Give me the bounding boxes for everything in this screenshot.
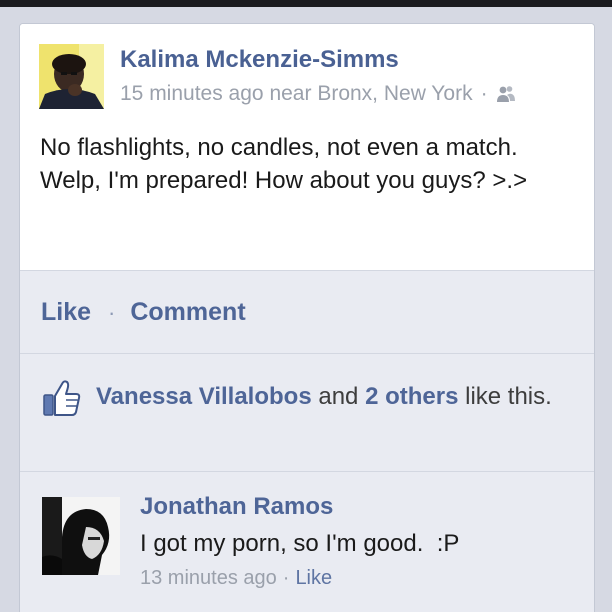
likes-summary: Vanessa Villalobos and 2 others like thi… xyxy=(20,354,594,472)
author-avatar[interactable] xyxy=(39,44,104,109)
friends-icon xyxy=(496,85,516,103)
post-card: Kalima Mckenzie-Simms 15 minutes ago nea… xyxy=(19,23,595,612)
comment-time[interactable]: 13 minutes ago xyxy=(140,567,277,589)
comment-item: Jonathan Ramos I got my porn, so I'm goo… xyxy=(20,472,594,612)
status-bar xyxy=(0,0,612,7)
action-row: Like · Comment xyxy=(41,298,246,327)
post-time[interactable]: 15 minutes ago xyxy=(120,82,264,106)
likes-others-link[interactable]: 2 others xyxy=(365,383,458,410)
likes-suffix: like this. xyxy=(458,383,552,410)
post-header: Kalima Mckenzie-Simms 15 minutes ago nea… xyxy=(20,24,594,270)
action-separator: · xyxy=(108,299,116,325)
commenter-avatar[interactable] xyxy=(42,497,120,575)
comment-meta-separator: · xyxy=(282,567,290,589)
screen: Kalima Mckenzie-Simms 15 minutes ago nea… xyxy=(0,0,612,612)
comment-text: I got my porn, so I'm good. :P xyxy=(140,530,460,557)
comment-button[interactable]: Comment xyxy=(130,298,245,327)
likes-connector: and xyxy=(311,383,366,410)
author-name[interactable]: Kalima Mckenzie-Simms xyxy=(120,46,399,74)
like-button[interactable]: Like xyxy=(41,298,91,327)
meta-separator: · xyxy=(480,82,488,105)
post-meta: 15 minutes ago near Bronx, New York · xyxy=(120,82,516,106)
post-text: No flashlights, no candles, not even a m… xyxy=(40,134,528,194)
liker-name[interactable]: Vanessa Villalobos xyxy=(96,383,312,410)
comment-like-button[interactable]: Like xyxy=(295,567,332,589)
thumbs-up-icon xyxy=(42,378,82,418)
post-actions: Like · Comment xyxy=(20,270,594,354)
commenter-name[interactable]: Jonathan Ramos xyxy=(140,493,333,521)
comment-meta: 13 minutes ago · Like xyxy=(140,567,332,590)
post-location[interactable]: near Bronx, New York xyxy=(269,82,472,106)
likes-text: Vanessa Villalobos and 2 others like thi… xyxy=(96,380,566,413)
